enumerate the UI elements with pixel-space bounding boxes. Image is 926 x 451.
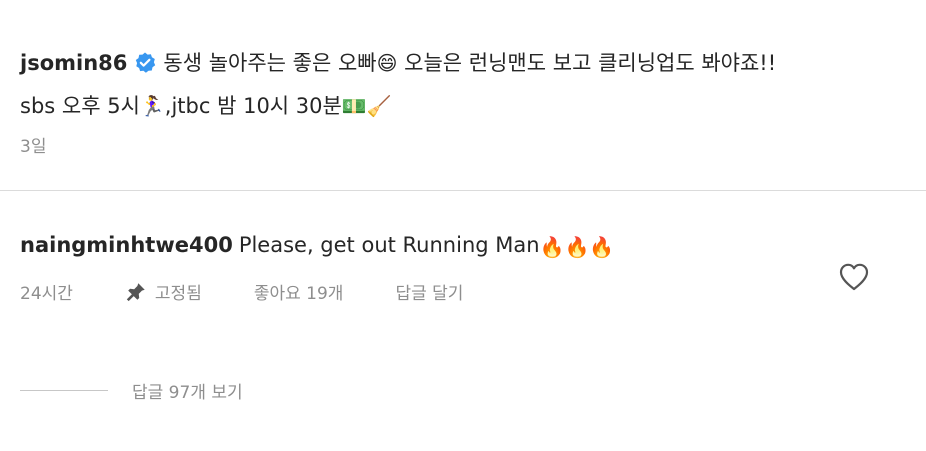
- fire-emoji-icon: 🔥🔥🔥: [539, 235, 615, 259]
- pin-icon: [126, 282, 145, 301]
- post-caption: jsomin86 동생 놀아주는 좋은 오빠😄 오늘은 런닝맨도 보고 클리닝업도…: [20, 44, 900, 125]
- verified-badge-icon: [133, 49, 157, 87]
- caption-text-2: 오늘은 런닝맨도 보고 클리닝업도 봐야죠!!: [397, 51, 777, 75]
- money-broom-emoji-icon: 💵🧹: [341, 94, 392, 118]
- pinned-indicator: 고정됨: [125, 279, 202, 304]
- comment: naingminhtwe400 Please, get out Running M…: [20, 226, 614, 266]
- replies-line: [20, 390, 108, 391]
- caption-text-1: 동생 놀아주는 좋은 오빠: [163, 51, 377, 75]
- caption-text-4: ,jtbc 밤 10시 30분: [164, 94, 342, 118]
- comment-meta: 24시간 고정됨 좋아요 19개 답글 달기: [20, 279, 515, 304]
- reply-button[interactable]: 답글 달기: [395, 279, 463, 304]
- post-timestamp: 3일: [20, 137, 47, 157]
- view-replies[interactable]: 답글 97개 보기: [20, 378, 243, 403]
- comment-author[interactable]: naingminhtwe400: [20, 233, 233, 257]
- comment-text: Please, get out Running Man: [238, 233, 540, 257]
- post-username[interactable]: jsomin86: [20, 51, 127, 75]
- view-replies-label[interactable]: 답글 97개 보기: [132, 378, 243, 403]
- comment-timestamp: 24시간: [20, 284, 73, 304]
- likes-count[interactable]: 좋아요 19개: [254, 279, 344, 304]
- like-heart-icon[interactable]: [837, 261, 871, 293]
- pinned-label: 고정됨: [154, 284, 202, 304]
- divider: [0, 190, 926, 191]
- running-woman-emoji-icon: 🏃‍♀️: [139, 94, 165, 118]
- caption-text-3: sbs 오후 5시: [20, 94, 140, 118]
- laughing-emoji-icon: 😄: [376, 51, 398, 75]
